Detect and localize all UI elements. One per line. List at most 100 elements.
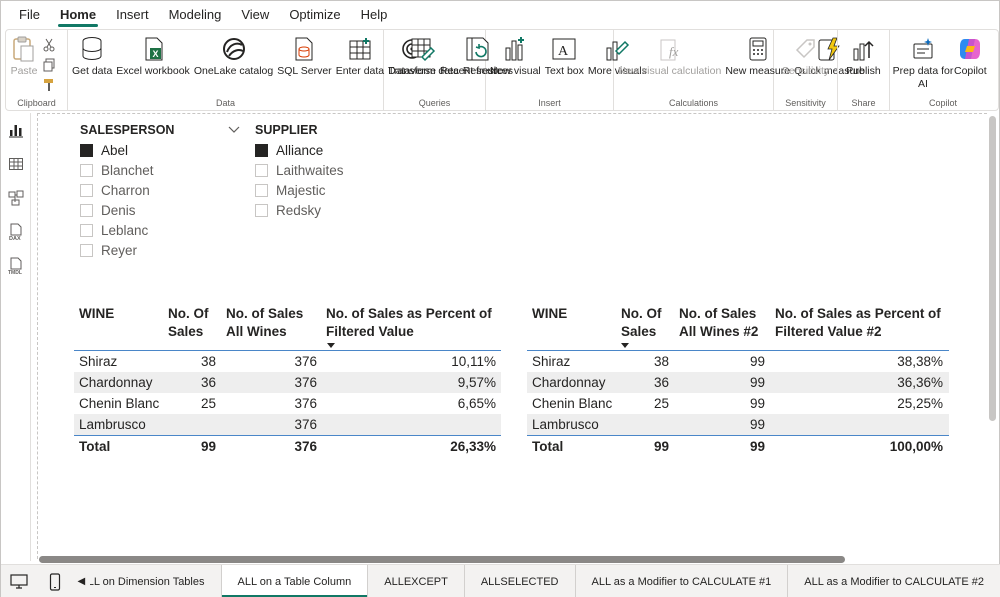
ribbon: Paste Clipboard Get data X Excel workboo… — [5, 29, 999, 111]
cut-icon[interactable] — [40, 36, 58, 54]
column-header-percent-2[interactable]: No. of Sales as Percent of Filtered Value… — [775, 305, 941, 341]
transform-data-icon — [409, 35, 437, 63]
slicer-item[interactable]: Denis — [80, 200, 230, 220]
table-row[interactable]: Chenin Blanc 25 99 25,25% — [527, 393, 949, 414]
table-grid-icon — [346, 35, 374, 63]
chevron-down-icon[interactable] — [228, 121, 240, 139]
bar-chart-icon — [501, 35, 529, 63]
slicer-item[interactable]: Abel — [80, 140, 230, 160]
table-row[interactable]: Shiraz 38 376 10,11% — [74, 351, 501, 372]
svg-text:fx: fx — [669, 44, 679, 59]
menu-tab-insert[interactable]: Insert — [106, 1, 159, 28]
dax-query-view-icon[interactable]: DAX — [1, 215, 31, 249]
sql-server-icon — [290, 35, 318, 63]
mobile-layout-icon[interactable] — [37, 565, 73, 597]
group-queries: Transform data Refresh Queries — [384, 30, 500, 110]
model-view-icon[interactable] — [1, 181, 31, 215]
checkbox[interactable] — [80, 243, 93, 257]
vertical-scrollbar[interactable] — [989, 116, 996, 421]
wine-table-2[interactable]: WINE No. Of Sales No. of Sales All Wines #… — [527, 305, 949, 456]
column-header-percent[interactable]: No. of Sales as Percent of Filtered Value — [326, 305, 492, 341]
checkbox[interactable] — [80, 203, 93, 217]
table-row[interactable]: Lambrusco 376 — [74, 414, 501, 435]
slicer-item[interactable]: Laithwaites — [255, 160, 405, 180]
page-tab[interactable]: ALL on Dimension Tables — [90, 565, 222, 597]
page-tab-active[interactable]: ALL on a Table Column — [221, 565, 369, 597]
checkbox[interactable] — [255, 143, 268, 157]
checkbox[interactable] — [255, 183, 268, 197]
salesperson-slicer: SALESPERSON Abel Blanchet Charron Denis … — [80, 121, 240, 260]
sort-descending-icon — [327, 343, 335, 348]
tmdl-view-icon[interactable]: TMDL — [1, 249, 31, 283]
view-rail: DAX TMDL — [1, 113, 31, 561]
checkbox[interactable] — [255, 163, 268, 177]
power-bi-window: File Home Insert Modeling View Optimize … — [0, 0, 1000, 597]
scroll-tabs-left-icon[interactable]: ◀ — [72, 565, 90, 597]
table-row[interactable]: Chardonnay 36 376 9,57% — [74, 372, 501, 393]
horizontal-scrollbar[interactable] — [39, 556, 845, 563]
group-clipboard: Paste Clipboard — [6, 30, 68, 110]
table-header: WINE No. Of Sales No. of Sales All Wines N… — [74, 305, 501, 351]
menu-tab-help[interactable]: Help — [351, 1, 398, 28]
column-header-no-of-sales[interactable]: No. Of Sales — [621, 305, 662, 341]
slicer-item[interactable]: Reyer — [80, 240, 230, 260]
checkbox[interactable] — [255, 203, 268, 217]
group-share: Publish Share — [838, 30, 890, 110]
column-header-all-wines-2[interactable]: No. of Sales All Wines #2 — [679, 305, 758, 341]
slicer-item[interactable]: Blanchet — [80, 160, 230, 180]
table-row[interactable]: Shiraz 38 99 38,38% — [527, 351, 949, 372]
page-tab[interactable]: ALL as a Modifier to CALCULATE #1 — [575, 565, 789, 597]
checkbox[interactable] — [80, 143, 93, 157]
column-header-wine[interactable]: WINE — [79, 305, 114, 323]
column-header-all-wines[interactable]: No. of Sales All Wines — [226, 305, 303, 341]
svg-text:A: A — [558, 44, 569, 59]
table-row[interactable]: Chardonnay 36 99 36,36% — [527, 372, 949, 393]
menu-tab-view[interactable]: View — [231, 1, 279, 28]
table-row[interactable]: Lambrusco 99 — [527, 414, 949, 435]
group-data: Get data X Excel workbook OneLake catalo… — [68, 30, 513, 110]
slicer-item[interactable]: Redsky — [255, 200, 405, 220]
menu-bar: File Home Insert Modeling View Optimize … — [1, 1, 1000, 28]
checkbox[interactable] — [80, 183, 93, 197]
database-icon — [78, 35, 106, 63]
copy-icon[interactable] — [40, 56, 58, 74]
calculator-icon — [744, 35, 772, 63]
slicer-item[interactable]: Majestic — [255, 180, 405, 200]
page-tabs-bar: ◀ ALL on Dimension Tables ALL on a Table… — [1, 564, 1000, 597]
table-row[interactable]: Chenin Blanc 25 376 6,65% — [74, 393, 501, 414]
desktop-layout-icon[interactable] — [1, 565, 37, 597]
table-header: WINE No. Of Sales No. of Sales All Wines #… — [527, 305, 949, 351]
onelake-icon — [220, 35, 248, 63]
publish-icon — [849, 35, 877, 63]
sort-descending-icon — [621, 343, 629, 348]
table-total-row: Total 99 99 100,00% — [527, 435, 949, 456]
slicer-item[interactable]: Charron — [80, 180, 230, 200]
column-header-wine[interactable]: WINE — [532, 305, 567, 323]
wine-table-1[interactable]: WINE No. Of Sales No. of Sales All Wines N… — [74, 305, 501, 456]
svg-text:X: X — [153, 49, 159, 59]
group-sensitivity: Sensitivity Sensitivity — [774, 30, 838, 110]
copilot-icon — [956, 35, 984, 63]
prep-data-icon — [909, 35, 937, 63]
menu-tab-home[interactable]: Home — [50, 1, 106, 28]
group-calculations: fx New visual calculation New measure Qu… — [614, 30, 865, 110]
checkbox[interactable] — [80, 223, 93, 237]
menu-tab-file[interactable]: File — [9, 1, 50, 28]
group-copilot: Prep data for AI Copilot Copilot — [890, 30, 996, 110]
page-tab[interactable]: ALLEXCEPT — [368, 565, 465, 597]
text-box-icon: A — [550, 35, 578, 63]
page-tab[interactable]: ALL as a Modifier to CALCULATE #2 — [788, 565, 1000, 597]
table-view-icon[interactable] — [1, 147, 31, 181]
slicer-item[interactable]: Alliance — [255, 140, 405, 160]
menu-tab-modeling[interactable]: Modeling — [159, 1, 232, 28]
group-insert: New visual A Text box More visuals Inser… — [486, 30, 647, 110]
svg-text:TMDL: TMDL — [8, 270, 22, 275]
format-painter-icon[interactable] — [40, 76, 58, 94]
paste-icon — [10, 35, 38, 63]
page-tab[interactable]: ALLSELECTED — [464, 565, 576, 597]
report-view-icon[interactable] — [1, 113, 31, 147]
slicer-item[interactable]: Leblanc — [80, 220, 230, 240]
checkbox[interactable] — [80, 163, 93, 177]
menu-tab-optimize[interactable]: Optimize — [279, 1, 350, 28]
column-header-no-of-sales[interactable]: No. Of Sales — [168, 305, 209, 341]
